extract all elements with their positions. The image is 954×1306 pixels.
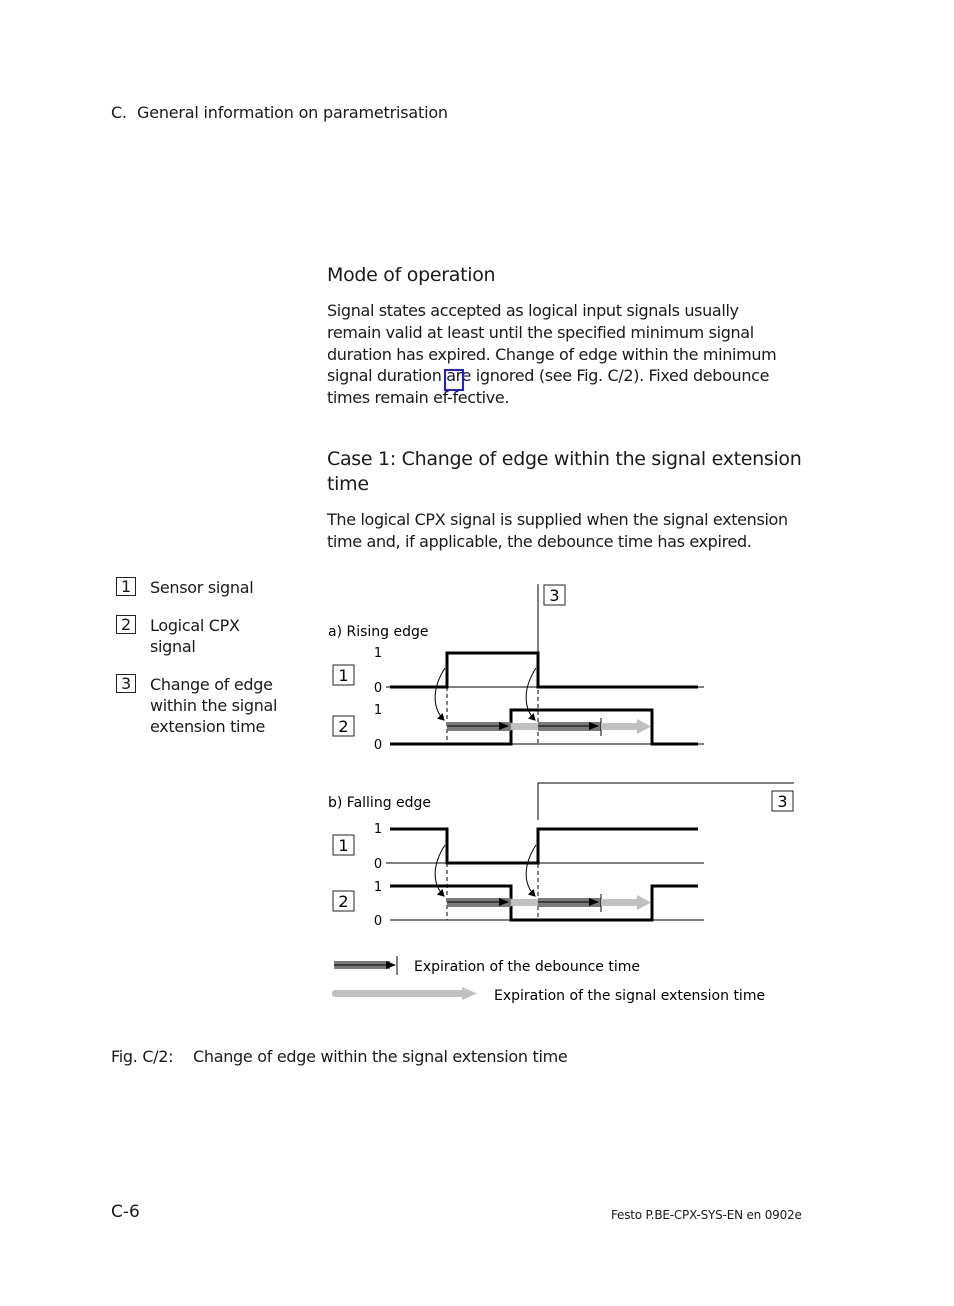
panel-b-label: b) Falling edge xyxy=(328,795,431,811)
key-extension-arrowhead xyxy=(462,987,477,1000)
marker-3-label: 3 xyxy=(549,586,559,605)
timing-diagram: a) Rising edge 3 1 2 1 0 1 0 b) Falling … xyxy=(328,584,794,1004)
row-2-level-hi: 1 xyxy=(374,703,382,718)
row-2-level-lo: 0 xyxy=(374,914,382,929)
extension-bar xyxy=(601,723,638,730)
curved-arrow xyxy=(434,667,446,721)
row-2-label: 2 xyxy=(338,892,348,911)
row-2-label: 2 xyxy=(338,717,348,736)
row-1-level-lo: 0 xyxy=(374,857,382,872)
key-debounce-label: Expiration of the debounce time xyxy=(414,959,640,975)
panel-rising-edge: a) Rising edge 3 1 2 1 0 1 0 xyxy=(328,584,704,753)
extension-bar-segment xyxy=(511,723,538,730)
curved-arrow xyxy=(525,844,537,897)
row-1-label: 1 xyxy=(338,836,348,855)
figure-title: Change of edge within the signal extensi… xyxy=(193,1047,568,1066)
curved-arrow xyxy=(525,667,537,721)
diagram-key: Expiration of the debounce time Expirati… xyxy=(332,956,765,1004)
row-1-level-lo: 0 xyxy=(374,681,382,696)
row-1-level-hi: 1 xyxy=(374,822,382,837)
panel-a-label: a) Rising edge xyxy=(328,624,429,640)
figure-caption: Fig. C/2: Change of edge within the signa… xyxy=(111,1047,568,1066)
key-extension-label: Expiration of the signal extension time xyxy=(494,988,765,1004)
row-1-level-hi: 1 xyxy=(374,646,382,661)
extension-arrowhead xyxy=(637,719,651,734)
marker-3-label: 3 xyxy=(777,792,787,811)
extension-arrowhead xyxy=(637,895,651,910)
marker-line xyxy=(537,782,794,820)
row-2-level-hi: 1 xyxy=(374,880,382,895)
row-1-label: 1 xyxy=(338,666,348,685)
panel-falling-edge: b) Falling edge 3 1 2 1 0 1 0 xyxy=(328,782,794,929)
figure-label: Fig. C/2: xyxy=(111,1047,174,1066)
curved-arrow xyxy=(434,844,446,897)
document-reference: Festo P.BE-CPX-SYS-EN en 0902e xyxy=(611,1208,802,1222)
page-number: C-6 xyxy=(111,1202,140,1222)
extension-bar xyxy=(601,899,638,906)
key-extension-bar xyxy=(332,990,464,997)
sensor-signal-waveform xyxy=(390,651,698,689)
row-2-level-lo: 0 xyxy=(374,738,382,753)
extension-bar-segment xyxy=(511,899,538,906)
sensor-signal-waveform xyxy=(390,827,698,865)
